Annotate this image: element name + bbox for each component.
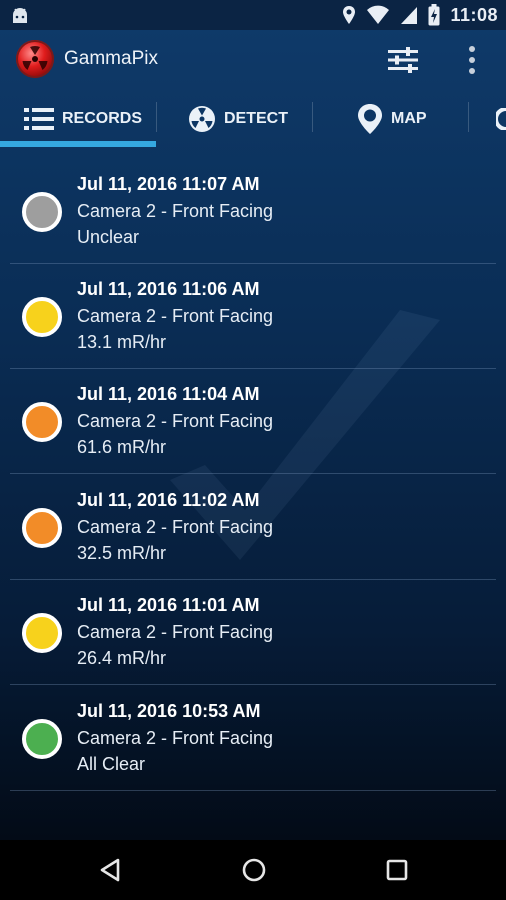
- app-screen: 11:08 GammaPix RECORDS DETECT MAP Jul 11…: [0, 0, 506, 900]
- record-row[interactable]: Jul 11, 2016 11:02 AM Camera 2 - Front F…: [10, 474, 496, 580]
- map-pin-icon: [358, 104, 382, 134]
- record-camera: Camera 2 - Front Facing: [77, 201, 274, 221]
- list-icon: [24, 108, 54, 130]
- record-row[interactable]: Jul 11, 2016 11:04 AM Camera 2 - Front F…: [10, 368, 496, 474]
- record-camera: Camera 2 - Front Facing: [77, 517, 274, 537]
- app-logo: [16, 40, 54, 78]
- record-date: Jul 11, 2016 11:02 AM: [77, 490, 260, 510]
- status-time: 11:08: [450, 4, 498, 25]
- status-dot: [22, 192, 62, 232]
- wifi-icon: [367, 5, 390, 24]
- android-notification-icon: [13, 8, 27, 23]
- tab-divider: [312, 102, 313, 132]
- tab-detect[interactable]: DETECT: [188, 90, 288, 148]
- radiation-icon: [189, 106, 215, 132]
- status-dot: [22, 297, 62, 337]
- record-date: Jul 11, 2016 11:01 AM: [77, 595, 260, 615]
- tab-bar: RECORDS DETECT MAP: [0, 90, 506, 148]
- record-date: Jul 11, 2016 10:53 AM: [77, 701, 261, 721]
- record-row[interactable]: Jul 11, 2016 11:07 AM Camera 2 - Front F…: [10, 158, 496, 264]
- tab-records[interactable]: RECORDS: [24, 90, 142, 148]
- home-icon[interactable]: [241, 857, 267, 883]
- radiation-logo-icon: [22, 46, 48, 70]
- record-row[interactable]: Jul 11, 2016 11:06 AM Camera 2 - Front F…: [10, 263, 496, 369]
- signal-icon: [401, 7, 418, 24]
- record-reading: 13.1 mR/hr: [77, 332, 167, 352]
- tab-divider: [156, 102, 157, 132]
- record-reading: 26.4 mR/hr: [77, 648, 167, 668]
- partial-tab-icon[interactable]: [496, 108, 506, 130]
- status-bar: 11:08: [0, 0, 506, 30]
- tab-records-label: RECORDS: [62, 110, 143, 127]
- tab-divider: [468, 102, 469, 132]
- tab-map[interactable]: MAP: [357, 90, 427, 148]
- status-dot: [22, 508, 62, 548]
- system-nav-bar: [0, 840, 506, 900]
- record-camera: Camera 2 - Front Facing: [77, 728, 274, 748]
- overflow-menu-icon[interactable]: [462, 44, 482, 76]
- status-dot: [22, 402, 62, 442]
- selected-tab-indicator: [0, 141, 156, 147]
- record-reading: Unclear: [77, 227, 140, 247]
- app-toolbar: GammaPix: [0, 30, 506, 90]
- settings-sliders-icon[interactable]: [386, 46, 420, 74]
- tab-detect-label: DETECT: [224, 110, 288, 127]
- record-row[interactable]: Jul 11, 2016 10:53 AM Camera 2 - Front F…: [10, 685, 496, 791]
- record-reading: 32.5 mR/hr: [77, 543, 167, 563]
- status-icons: 11:08: [342, 4, 498, 26]
- record-camera: Camera 2 - Front Facing: [77, 306, 274, 326]
- record-date: Jul 11, 2016 11:06 AM: [77, 279, 260, 299]
- tab-map-label: MAP: [391, 110, 427, 127]
- record-reading: All Clear: [77, 754, 146, 774]
- record-camera: Camera 2 - Front Facing: [77, 622, 274, 642]
- status-dot: [22, 613, 62, 653]
- status-dot: [22, 719, 62, 759]
- app-title: GammaPix: [64, 48, 158, 69]
- record-row[interactable]: Jul 11, 2016 11:01 AM Camera 2 - Front F…: [10, 579, 496, 685]
- recents-icon[interactable]: [384, 857, 410, 883]
- location-icon: [343, 6, 356, 24]
- record-reading: 61.6 mR/hr: [77, 437, 167, 457]
- record-date: Jul 11, 2016 11:07 AM: [77, 174, 260, 194]
- record-camera: Camera 2 - Front Facing: [77, 411, 274, 431]
- record-date: Jul 11, 2016 11:04 AM: [77, 384, 260, 404]
- battery-charging-icon: [428, 4, 440, 26]
- back-icon[interactable]: [98, 857, 124, 883]
